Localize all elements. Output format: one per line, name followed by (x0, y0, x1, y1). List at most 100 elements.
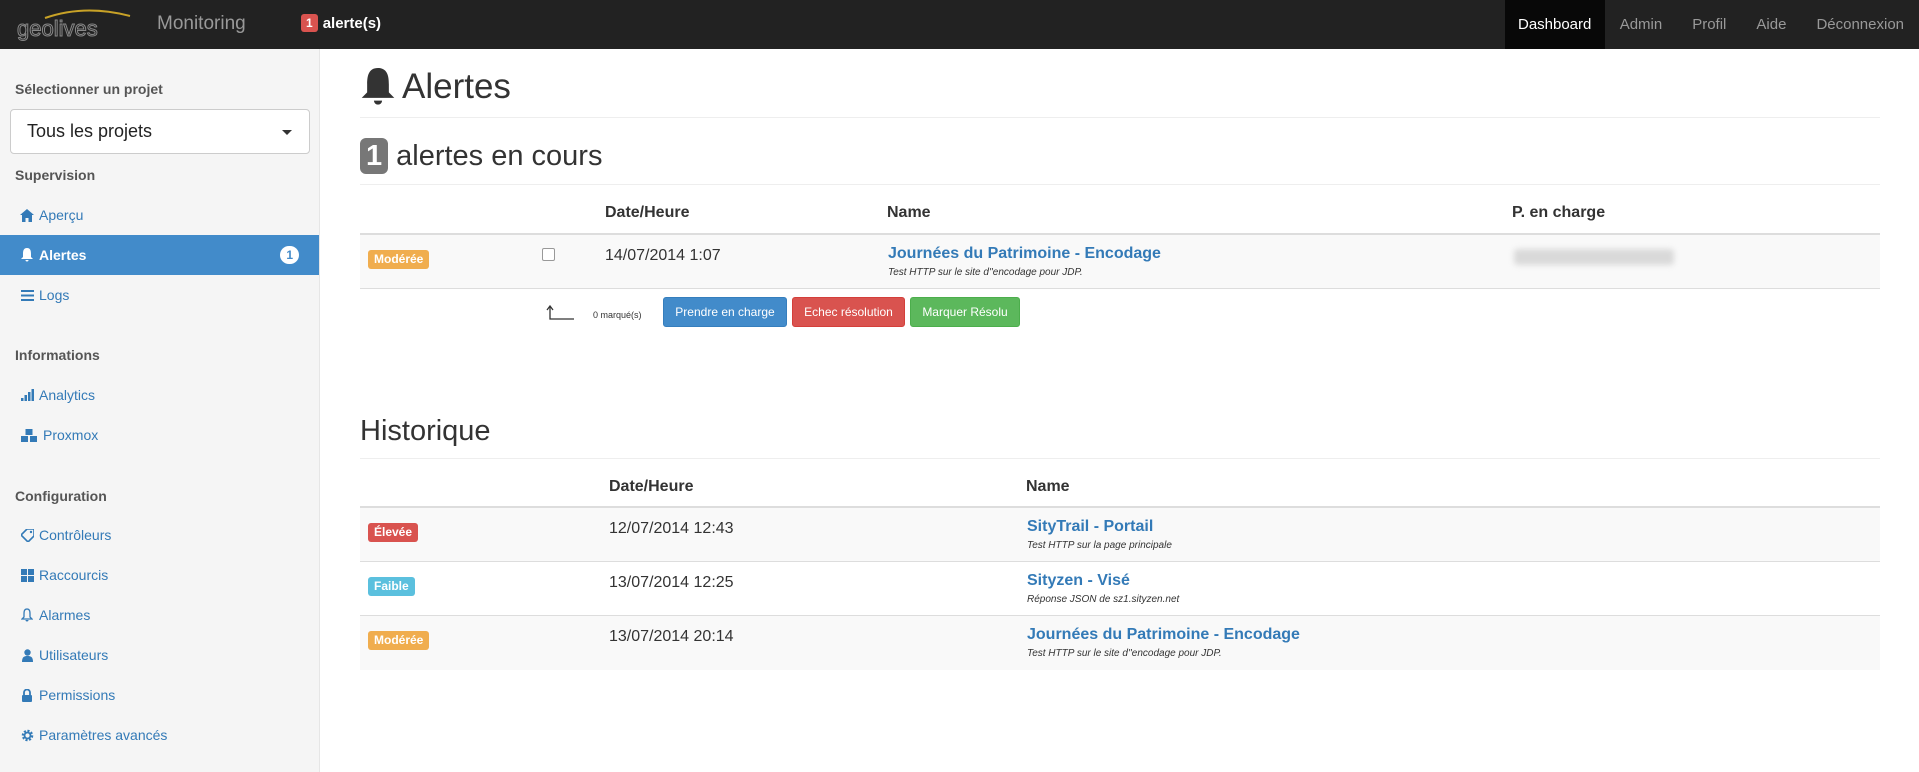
row-description: Test HTTP sur la page principale (1027, 540, 1172, 551)
home-icon (20, 208, 34, 222)
row-name-link[interactable]: Journées du Patrimoine - Encodage (1027, 626, 1300, 644)
page-title-text: Alertes (402, 67, 511, 106)
alert-count-badge: 1 (280, 246, 299, 264)
column-header-owner[interactable]: P. en charge (1512, 204, 1605, 222)
project-select-value: Tous les projets (27, 121, 153, 141)
sidebar-item-logs[interactable]: Logs (0, 275, 319, 315)
nav-profil[interactable]: Profil (1677, 0, 1741, 49)
divider (360, 117, 1880, 118)
table-row: Faible 13/07/2014 12:25 Sityzen - Visé R… (360, 562, 1880, 616)
nav-aide[interactable]: Aide (1741, 0, 1801, 49)
list-icon (20, 288, 34, 302)
sidebar-item-permissions[interactable]: Permissions (0, 675, 319, 715)
row-name-cell: SityTrail - Portail Test HTTP sur la pag… (1027, 518, 1172, 551)
history-title: Historique (360, 415, 491, 447)
sidebar-item-label: Analytics (39, 387, 96, 403)
top-navbar: geolives Monitoring 1 alerte(s) Dashboar… (0, 0, 1919, 49)
row-description: Réponse JSON de sz1.sityzen.net (1027, 594, 1180, 605)
take-charge-button[interactable]: Prendre en charge (663, 297, 787, 327)
brand-title[interactable]: Monitoring (157, 13, 246, 35)
sidebar-item-label: Proxmox (43, 427, 99, 443)
user-icon (20, 648, 34, 662)
sidebar-item-label: Aperçu (39, 207, 84, 223)
history-column-header-date[interactable]: Date/Heure (609, 478, 693, 496)
current-alerts-count-badge: 1 (360, 138, 389, 174)
marked-count: 0 marqué(s) (593, 310, 642, 320)
owner-email-redacted (1514, 249, 1674, 265)
current-alerts-label: alertes en cours (396, 139, 603, 172)
row-checkbox[interactable] (542, 248, 555, 261)
tag-icon (20, 528, 34, 542)
grid-icon (20, 568, 34, 582)
table-row: Élevée 12/07/2014 12:43 SityTrail - Port… (360, 508, 1880, 562)
row-name-cell: Journées du Patrimoine - Encodage Test H… (1027, 626, 1300, 659)
table-row: Modérée 14/07/2014 1:07 Journées du Patr… (360, 235, 1880, 289)
navbar-menu: Dashboard Admin Profil Aide Déconnexion (1504, 0, 1919, 49)
page-title: Alertes (360, 67, 511, 107)
section-heading-informations: Informations (15, 347, 100, 363)
row-name-link[interactable]: Journées du Patrimoine - Encodage (888, 245, 1161, 263)
sidebar-item-proxmox[interactable]: Proxmox (0, 415, 319, 455)
bell-icon (20, 248, 34, 262)
cog-icon (20, 728, 34, 742)
sidebar-item-label: Paramètres avancés (39, 727, 168, 743)
row-date: 12/07/2014 12:43 (609, 520, 734, 537)
severity-badge: Modérée (368, 250, 430, 269)
sidebar-item-raccourcis[interactable]: Raccourcis (0, 555, 319, 595)
section-heading-supervision: Supervision (15, 167, 96, 183)
sidebar-item-label: Logs (39, 287, 70, 303)
sidebar: Sélectionner un projet Tous les projets … (0, 49, 320, 772)
alert-count-badge: 1 (301, 14, 318, 32)
row-description: Test HTTP sur le site d''encodage pour J… (888, 267, 1083, 278)
column-header-name[interactable]: Name (887, 204, 931, 222)
column-header-date[interactable]: Date/Heure (605, 204, 689, 222)
current-alerts-title: 1 alertes en cours (360, 138, 602, 174)
svg-text:geolives: geolives (17, 16, 98, 41)
project-heading: Sélectionner un projet (15, 81, 163, 97)
severity-badge: Modérée (368, 631, 430, 650)
nav-dashboard[interactable]: Dashboard (1504, 0, 1605, 49)
bell-outline-icon (20, 608, 34, 622)
lock-icon (20, 688, 34, 702)
sidebar-item-label: Permissions (39, 687, 116, 703)
severity-badge: Élevée (368, 523, 419, 542)
signal-icon (20, 388, 34, 402)
caret-down-icon (282, 130, 292, 135)
severity-badge: Faible (368, 577, 415, 596)
bell-icon (361, 68, 395, 105)
alert-count-label: alerte(s) (322, 14, 382, 32)
nav-admin[interactable]: Admin (1605, 0, 1678, 49)
navbar-alert-indicator[interactable]: 1 alerte(s) (301, 14, 381, 32)
row-name-cell: Journées du Patrimoine - Encodage Test H… (888, 245, 1161, 278)
sidebar-item-controleurs[interactable]: Contrôleurs (0, 515, 319, 555)
row-name-link[interactable]: SityTrail - Portail (1027, 518, 1172, 536)
mark-resolved-button[interactable]: Marquer Résolu (910, 297, 1020, 327)
sidebar-item-label: Alertes (39, 247, 87, 263)
row-name-cell: Sityzen - Visé Réponse JSON de sz1.sityz… (1027, 572, 1179, 605)
row-date: 13/07/2014 12:25 (609, 574, 734, 591)
sidebar-item-label: Raccourcis (39, 567, 109, 583)
history-column-header-name[interactable]: Name (1026, 478, 1070, 496)
sidebar-item-label: Utilisateurs (39, 647, 109, 663)
sidebar-item-analytics[interactable]: Analytics (0, 375, 319, 415)
cubes-icon (20, 428, 38, 442)
sidebar-item-apercu[interactable]: Aperçu (0, 195, 319, 235)
divider (360, 458, 1880, 459)
project-select[interactable]: Tous les projets (10, 109, 310, 154)
sidebar-item-label: Contrôleurs (39, 527, 112, 543)
sidebar-item-alertes[interactable]: Alertes 1 (0, 235, 319, 275)
geolives-logo[interactable]: geolives (15, 6, 147, 42)
row-name-link[interactable]: Sityzen - Visé (1027, 572, 1179, 590)
section-heading-configuration: Configuration (15, 488, 107, 504)
table-row: Modérée 13/07/2014 20:14 Journées du Pat… (360, 616, 1880, 670)
row-date: 14/07/2014 1:07 (605, 247, 721, 264)
sidebar-item-alarmes[interactable]: Alarmes (0, 595, 319, 635)
bulk-actions-bar: 0 marqué(s) Prendre en charge Echec réso… (360, 297, 1360, 337)
row-description: Test HTTP sur le site d''encodage pour J… (1027, 648, 1222, 659)
row-date: 13/07/2014 20:14 (609, 628, 734, 645)
resolution-failed-button[interactable]: Echec résolution (792, 297, 905, 327)
sidebar-item-parametres-avances[interactable]: Paramètres avancés (0, 715, 319, 755)
sidebar-item-label: Alarmes (39, 607, 91, 623)
nav-deconnexion[interactable]: Déconnexion (1801, 0, 1919, 49)
sidebar-item-utilisateurs[interactable]: Utilisateurs (0, 635, 319, 675)
